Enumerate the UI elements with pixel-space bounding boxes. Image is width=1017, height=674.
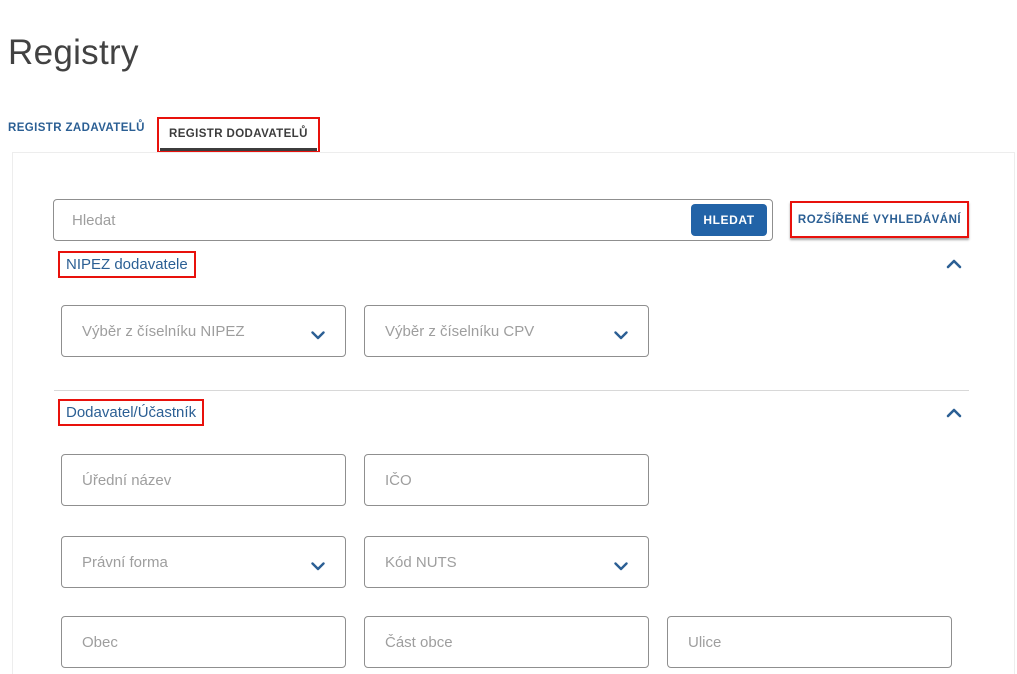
chevron-down-icon [311, 558, 325, 576]
chevron-up-icon[interactable] [946, 257, 962, 269]
input-uredni-nazev[interactable] [61, 454, 346, 506]
select-placeholder: Výběr z číselníku NIPEZ [82, 323, 245, 340]
search-panel: HLEDAT ROZŠÍŘENÉ VYHLEDÁVÁNÍ NIPEZ dodav… [12, 152, 1015, 674]
search-field: HLEDAT [53, 199, 773, 241]
select-placeholder: Výběr z číselníku CPV [385, 323, 534, 340]
input-ico[interactable] [364, 454, 649, 506]
active-tab-indicator [160, 148, 317, 151]
search-input[interactable] [54, 200, 674, 240]
section-divider [54, 390, 969, 391]
search-button[interactable]: HLEDAT [691, 204, 767, 236]
select-pravni-forma[interactable]: Právní forma [61, 536, 346, 588]
chevron-up-icon[interactable] [946, 406, 962, 418]
input-ulice[interactable] [667, 616, 952, 668]
input-cast-obce[interactable] [364, 616, 649, 668]
tab-registr-dodavatelu[interactable]: REGISTR DODAVATELŮ [157, 117, 320, 153]
select-placeholder: Právní forma [82, 554, 168, 571]
select-nipez[interactable]: Výběr z číselníku NIPEZ [61, 305, 346, 357]
section-title-dodavatel: Dodavatel/Účastník [58, 399, 204, 426]
tab-registr-zadavatelu[interactable]: REGISTR ZADAVATELŮ [8, 122, 145, 134]
select-cpv[interactable]: Výběr z číselníku CPV [364, 305, 649, 357]
select-kod-nuts[interactable]: Kód NUTS [364, 536, 649, 588]
chevron-down-icon [311, 327, 325, 345]
section-title-nipez: NIPEZ dodavatele [58, 251, 196, 278]
tab-label: REGISTR DODAVATELŮ [169, 128, 308, 140]
select-placeholder: Kód NUTS [385, 554, 457, 571]
input-obec[interactable] [61, 616, 346, 668]
chevron-down-icon [614, 327, 628, 345]
advanced-search-button[interactable]: ROZŠÍŘENÉ VYHLEDÁVÁNÍ [790, 201, 969, 238]
page-title: Registry [8, 33, 139, 73]
chevron-down-icon [614, 558, 628, 576]
